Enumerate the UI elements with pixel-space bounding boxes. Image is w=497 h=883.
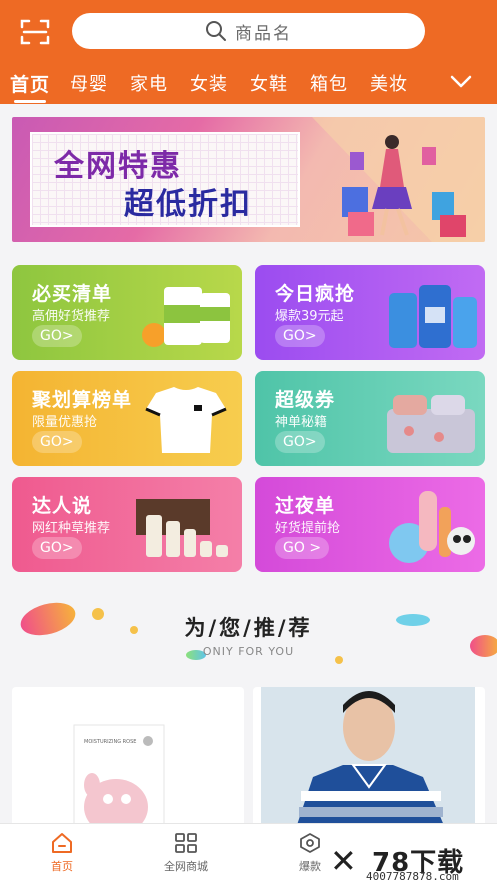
tshirt-image — [145, 387, 227, 453]
tab-home[interactable]: 首页 — [10, 70, 50, 97]
go-button[interactable]: GO> — [32, 431, 82, 453]
go-button[interactable]: GO > — [275, 537, 330, 559]
scan-icon[interactable] — [20, 18, 50, 46]
promo-banner[interactable]: 全网特惠 超低折扣 — [12, 117, 485, 242]
watermark-logo-icon: ✕ — [330, 842, 357, 880]
active-tab-indicator — [14, 100, 46, 103]
hexagon-icon — [300, 833, 320, 853]
polo-shirt-product-image — [261, 687, 475, 837]
card-title: 必买清单 — [32, 283, 113, 305]
category-tabs: 首页 母婴 家电 女装 女鞋 箱包 美妆 — [0, 64, 497, 104]
tab-women-shoes[interactable]: 女鞋 — [250, 70, 288, 96]
card-super-coupon[interactable]: 超级券 神单秘籍 GO> — [255, 371, 485, 466]
card-must-buy[interactable]: 必买清单 高佣好货推荐 GO> — [12, 265, 242, 360]
recommend-title: 为/您/推/荐 — [184, 616, 313, 640]
card-ju-ranking[interactable]: 聚划算榜单 限量优惠抢 GO> — [12, 371, 242, 466]
card-subtitle: 好货提前抢 — [275, 521, 341, 536]
card-subtitle: 爆款39元起 — [275, 309, 344, 324]
vitamin-bottles-image — [142, 287, 230, 347]
card-influencer[interactable]: 达人说 网红种草推荐 GO> — [12, 477, 242, 572]
shopping-woman-illustration — [312, 117, 485, 242]
search-placeholder: 商品名 — [235, 23, 292, 44]
product-card[interactable]: MOISTURIZING ROSE — [12, 687, 244, 837]
grid-icon — [175, 833, 197, 853]
top-header: 商品名 首页 母婴 家电 女装 女鞋 箱包 美妆 — [0, 0, 497, 104]
product-card[interactable] — [253, 687, 485, 837]
tab-makeup[interactable]: 美妆 — [370, 70, 408, 96]
card-title: 过夜单 — [275, 495, 336, 517]
search-icon — [206, 21, 226, 41]
card-title: 今日疯抢 — [275, 283, 356, 305]
site-watermark: ✕ 78下载 4007787878.com — [330, 842, 495, 883]
gadgets-image — [389, 491, 475, 563]
chevron-down-icon[interactable] — [450, 74, 472, 90]
card-title: 达人说 — [32, 495, 93, 517]
bedding-set-image — [387, 395, 475, 453]
go-button[interactable]: GO> — [32, 537, 82, 559]
banner-title-line2: 超低折扣 — [124, 187, 252, 222]
go-button[interactable]: GO> — [32, 325, 82, 347]
tab-bags[interactable]: 箱包 — [310, 70, 348, 96]
card-title: 超级券 — [275, 389, 336, 411]
nav-label: 全网商城 — [164, 860, 208, 873]
face-mask-product-image: MOISTURIZING ROSE — [73, 724, 165, 837]
detergent-bottles-image — [389, 285, 477, 348]
card-title: 聚划算榜单 — [32, 389, 133, 411]
recommend-subtitle: ONIY FOR YOU — [202, 645, 295, 658]
product-image-text: MOISTURIZING ROSE — [84, 739, 136, 745]
card-subtitle: 限量优惠抢 — [32, 415, 98, 430]
nav-mall[interactable]: 全网商城 — [146, 832, 226, 874]
tab-women-clothing[interactable]: 女装 — [190, 70, 228, 96]
card-subtitle: 网红种草推荐 — [32, 521, 111, 536]
nav-label: 首页 — [51, 860, 73, 873]
card-subtitle: 神单秘籍 — [275, 415, 328, 430]
go-button[interactable]: GO> — [275, 325, 325, 347]
cosmetics-set-image — [136, 499, 228, 557]
nav-home[interactable]: 首页 — [22, 832, 102, 874]
search-input[interactable]: 商品名 — [72, 13, 425, 49]
tab-appliance[interactable]: 家电 — [130, 70, 168, 96]
tab-baby[interactable]: 母婴 — [70, 70, 108, 96]
watermark-url: 4007787878.com — [366, 870, 459, 883]
card-overnight[interactable]: 过夜单 好货提前抢 GO > — [255, 477, 485, 572]
home-icon — [52, 833, 72, 853]
go-button[interactable]: GO> — [275, 431, 325, 453]
card-subtitle: 高佣好货推荐 — [32, 309, 111, 324]
card-today-rush[interactable]: 今日疯抢 爆款39元起 GO> — [255, 265, 485, 360]
